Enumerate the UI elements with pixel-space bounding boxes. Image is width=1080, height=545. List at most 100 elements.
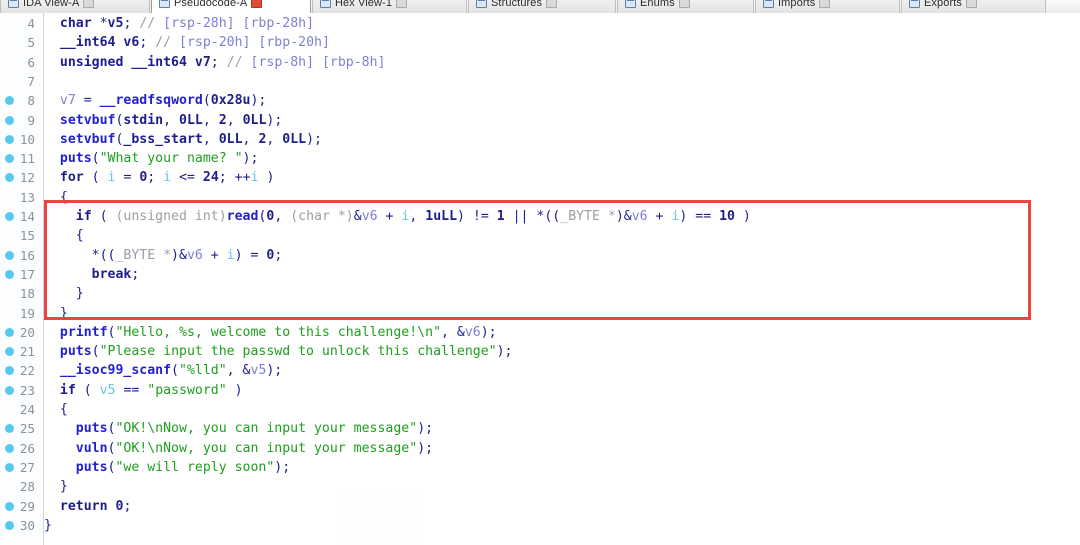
code-line[interactable]: unsigned __int64 v7; // [rsp-8h] [rbp-8h… (44, 53, 386, 72)
code-line[interactable]: __isoc99_scanf("%lld", &v5); (44, 361, 282, 380)
code-line[interactable]: { (44, 188, 68, 207)
breakpoint-dot[interactable] (5, 269, 14, 279)
code-line[interactable]: { (44, 226, 84, 245)
view-tab-bar: IDA View-A Pseudocode-A Hex View-1 Structur… (0, 0, 1080, 14)
line-number: 7 (27, 73, 35, 89)
code-token-pun: ; ++ (218, 170, 251, 186)
code-token-pun (44, 344, 60, 359)
code-token-fn: setvbuf (59, 112, 116, 128)
code-token-pun: } (44, 517, 52, 533)
code-line[interactable]: return 0; (44, 497, 132, 516)
code-token-pun: ); (417, 440, 434, 456)
code-token-num: 0x28u (210, 93, 251, 109)
code-line[interactable]: } (44, 284, 84, 303)
code-token-pun (44, 325, 60, 340)
tab-close-icon[interactable] (83, 0, 95, 8)
breakpoint-dot[interactable] (5, 520, 14, 530)
code-token-pun: ; (123, 498, 132, 514)
code-token-pun (44, 441, 76, 456)
breakpoint-dot[interactable] (5, 443, 14, 453)
code-token-pun (44, 35, 60, 50)
line-number: 18 (19, 286, 35, 302)
code-line[interactable]: v7 = __readfsqword(0x28u); (44, 91, 266, 110)
tab-close-icon[interactable] (546, 0, 558, 8)
code-token-pun: ) != (457, 209, 497, 224)
code-token-num: 1uLL (425, 209, 458, 224)
tab-pseudocode-a[interactable]: Pseudocode-A (151, 0, 311, 13)
code-line[interactable]: if ( (unsigned int)read(0, (char *)&v6 +… (44, 207, 751, 226)
code-line[interactable]: puts("Please input the passwd to unlock … (44, 342, 513, 361)
breakpoint-dot[interactable] (5, 212, 14, 221)
code-token-pun: ; (274, 247, 283, 263)
breakpoint-dot[interactable] (5, 327, 14, 337)
code-line[interactable]: __int64 v6; // [rsp-20h] [rbp-20h] (44, 33, 330, 52)
code-token-pun: <= (171, 170, 203, 186)
tab-view-icon (320, 0, 331, 8)
code-token-str: "we will reply soon" (115, 459, 275, 475)
line-number-gutter[interactable]: 4 5 6 7 8 9 10 11 12 13 14 15 16 17 18 19 20 21 22 23 24 25 26… (0, 13, 44, 545)
code-token-pun: } (44, 479, 68, 495)
breakpoint-dot[interactable] (5, 462, 14, 472)
breakpoint-dot[interactable] (5, 385, 14, 395)
line-number: 11 (19, 151, 35, 167)
code-line[interactable]: { (44, 400, 68, 419)
code-line[interactable]: } (44, 477, 68, 496)
code-line[interactable]: } (44, 516, 52, 535)
tab-view-icon (625, 0, 636, 8)
tab-structures[interactable]: Structures (468, 0, 616, 13)
code-token-pun (44, 499, 60, 514)
code-token-pun: )& (171, 247, 187, 263)
tab-ida-view-a[interactable]: IDA View-A (0, 0, 150, 13)
breakpoint-dot[interactable] (5, 347, 14, 357)
code-token-pun (44, 93, 60, 108)
line-number: 12 (19, 170, 35, 186)
code-line[interactable]: setvbuf(stdin, 0LL, 2, 0LL); (44, 111, 282, 130)
tab-close-icon[interactable] (396, 0, 408, 8)
code-token-pun: ( (75, 382, 100, 398)
code-text-area[interactable]: char *v5; // [rsp-28h] [rbp-28h] __int64… (44, 13, 1080, 545)
code-token-fn: setvbuf (59, 131, 116, 147)
breakpoint-dot[interactable] (5, 366, 14, 376)
tab-close-icon[interactable] (819, 0, 831, 8)
tab-exports[interactable]: Exports (901, 0, 1046, 13)
code-line[interactable]: if ( v5 == "password" ) (44, 381, 243, 400)
code-line[interactable]: puts("What your name? "); (44, 149, 259, 168)
code-token-pun: , & (441, 324, 465, 340)
code-line[interactable]: printf("Hello, %s, welcome to this chall… (44, 323, 497, 342)
code-line[interactable]: puts("we will reply soon"); (44, 458, 290, 477)
code-line[interactable]: char *v5; // [rsp-28h] [rbp-28h] (44, 14, 314, 33)
code-line[interactable]: } (44, 304, 68, 323)
line-number: 10 (19, 131, 35, 147)
tab-enums[interactable]: Enums (617, 0, 754, 13)
tab-close-icon[interactable] (251, 0, 263, 8)
code-line[interactable]: *((_BYTE *)&v6 + i) = 0; (44, 246, 283, 265)
line-number: 30 (19, 517, 35, 533)
tab-hex-view-1[interactable]: Hex View-1 (312, 0, 467, 13)
code-line[interactable]: break; (44, 265, 140, 284)
breakpoint-dot[interactable] (5, 134, 14, 144)
tab-label: Enums (640, 0, 675, 9)
line-number: 19 (19, 305, 35, 321)
tab-label: IDA View-A (23, 0, 80, 9)
code-line[interactable]: puts("OK!\nNow, you can input your messa… (44, 419, 433, 438)
tab-imports[interactable]: Imports (755, 0, 900, 13)
line-number: 13 (19, 189, 35, 205)
code-token-kw: for (59, 170, 84, 186)
breakpoint-dot[interactable] (5, 501, 14, 511)
breakpoint-dot[interactable] (5, 424, 14, 434)
breakpoint-dot[interactable] (5, 96, 14, 106)
code-token-var: [rsp-20h] [rbp-20h] (179, 35, 330, 51)
pseudocode-pane[interactable]: 4 5 6 7 8 9 10 11 12 13 14 15 16 17 18 19 20 21 22 23 24 25 26… (0, 13, 1080, 545)
code-line[interactable]: for ( i = 0; i <= 24; ++i ) (44, 168, 275, 187)
tab-close-icon[interactable] (966, 0, 977, 8)
breakpoint-dot[interactable] (5, 115, 14, 125)
breakpoint-dot[interactable] (5, 250, 14, 260)
code-line[interactable]: vuln("OK!\nNow, you can input your messa… (44, 439, 433, 458)
code-token-num: 0LL (218, 131, 243, 147)
breakpoint-dot[interactable] (5, 154, 14, 164)
code-line[interactable]: setvbuf(_bss_start, 0LL, 2, 0LL); (44, 130, 322, 149)
tab-close-icon[interactable] (678, 0, 690, 8)
breakpoint-dot[interactable] (5, 173, 14, 183)
code-token-pun: ( (91, 151, 100, 167)
code-token-pun: ); (417, 421, 434, 437)
